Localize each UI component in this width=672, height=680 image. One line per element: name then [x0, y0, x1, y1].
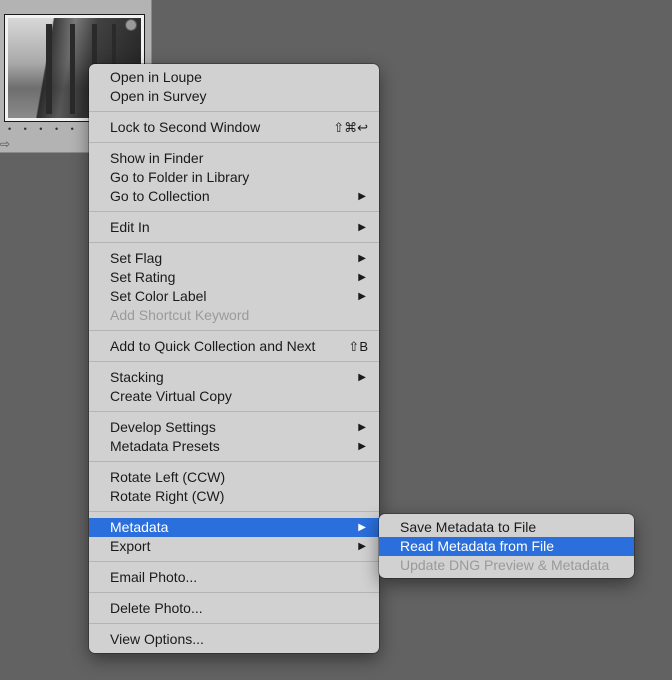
menu-separator	[89, 587, 379, 599]
menu-separator	[89, 556, 379, 568]
menu-item-label: Metadata	[110, 519, 169, 535]
menu-separator	[89, 106, 379, 118]
submenu-arrow-icon: ▶	[358, 522, 366, 533]
menu-item-label: Read Metadata from File	[400, 538, 555, 554]
menu-item-go-to-folder-in-library[interactable]: Go to Folder in Library	[89, 168, 379, 187]
submenu-item-save-metadata-to-file[interactable]: Save Metadata to File	[379, 518, 634, 537]
submenu-arrow-icon: ▶	[358, 191, 366, 202]
menu-item-add-to-quick-collection-and-next[interactable]: Add to Quick Collection and Next ⇧B	[89, 337, 379, 356]
menu-item-label: Go to Folder in Library	[110, 169, 250, 185]
menu-item-view-options[interactable]: View Options...	[89, 630, 379, 649]
menu-separator	[89, 237, 379, 249]
submenu-arrow-icon: ▶	[358, 222, 366, 233]
menu-separator	[89, 406, 379, 418]
menu-item-label: Add Shortcut Keyword	[110, 307, 250, 323]
menu-item-go-to-collection[interactable]: Go to Collection ▶	[89, 187, 379, 206]
menu-item-label: Metadata Presets	[110, 438, 220, 454]
menu-item-label: Edit In	[110, 219, 150, 235]
menu-separator	[89, 356, 379, 368]
thumbnail-detail	[46, 24, 52, 114]
thumbnail-detail	[70, 24, 75, 114]
submenu-arrow-icon: ▶	[358, 272, 366, 283]
menu-item-label: Add to Quick Collection and Next	[110, 338, 316, 354]
menu-separator	[89, 506, 379, 518]
menu-item-set-flag[interactable]: Set Flag ▶	[89, 249, 379, 268]
menu-item-rotate-left-ccw[interactable]: Rotate Left (CCW)	[89, 468, 379, 487]
menu-item-delete-photo[interactable]: Delete Photo...	[89, 599, 379, 618]
menu-item-metadata[interactable]: Metadata ▶	[89, 518, 379, 537]
menu-separator	[89, 456, 379, 468]
menu-item-set-rating[interactable]: Set Rating ▶	[89, 268, 379, 287]
menu-item-label: Stacking	[110, 369, 164, 385]
menu-item-export[interactable]: Export ▶	[89, 537, 379, 556]
shortcut-label: ⇧⌘↩	[333, 120, 368, 135]
menu-item-label: Open in Survey	[110, 88, 207, 104]
submenu-item-update-dng-preview-metadata: Update DNG Preview & Metadata	[379, 556, 634, 575]
menu-item-open-in-loupe[interactable]: Open in Loupe	[89, 68, 379, 87]
shortcut-label: ⇧B	[348, 339, 368, 354]
menu-item-lock-to-second-window[interactable]: Lock to Second Window ⇧⌘↩	[89, 118, 379, 137]
menu-item-develop-settings[interactable]: Develop Settings ▶	[89, 418, 379, 437]
menu-item-label: Rotate Right (CW)	[110, 488, 225, 504]
menu-item-show-in-finder[interactable]: Show in Finder	[89, 149, 379, 168]
menu-item-label: Set Color Label	[110, 288, 207, 304]
menu-item-label: Export	[110, 538, 151, 554]
badge-icon[interactable]	[125, 19, 137, 31]
submenu-arrow-icon: ▶	[358, 441, 366, 452]
metadata-submenu: Save Metadata to File Read Metadata from …	[379, 514, 634, 578]
menu-separator	[89, 137, 379, 149]
menu-item-label: Create Virtual Copy	[110, 388, 232, 404]
menu-item-label: Develop Settings	[110, 419, 216, 435]
submenu-arrow-icon: ▶	[358, 541, 366, 552]
menu-item-metadata-presets[interactable]: Metadata Presets ▶	[89, 437, 379, 456]
menu-item-label: Email Photo...	[110, 569, 198, 585]
menu-item-label: Show in Finder	[110, 150, 204, 166]
menu-separator	[89, 206, 379, 218]
menu-item-label: Open in Loupe	[110, 69, 202, 85]
context-menu: Open in Loupe Open in Survey Lock to Secon…	[89, 64, 379, 653]
menu-item-add-shortcut-keyword: Add Shortcut Keyword	[89, 306, 379, 325]
menu-separator	[89, 325, 379, 337]
rating-dots[interactable]: • • • • •	[8, 124, 79, 134]
menu-item-edit-in[interactable]: Edit In ▶	[89, 218, 379, 237]
menu-item-create-virtual-copy[interactable]: Create Virtual Copy	[89, 387, 379, 406]
menu-item-label: Set Rating	[110, 269, 176, 285]
menu-item-label: Save Metadata to File	[400, 519, 537, 535]
submenu-arrow-icon: ▶	[358, 372, 366, 383]
menu-item-stacking[interactable]: Stacking ▶	[89, 368, 379, 387]
menu-item-label: Go to Collection	[110, 188, 210, 204]
menu-item-label: Update DNG Preview & Metadata	[400, 557, 610, 573]
submenu-arrow-icon: ▶	[358, 291, 366, 302]
menu-item-label: Lock to Second Window	[110, 119, 261, 135]
menu-item-label: View Options...	[110, 631, 204, 647]
menu-item-label: Set Flag	[110, 250, 163, 266]
menu-item-email-photo[interactable]: Email Photo...	[89, 568, 379, 587]
menu-item-label: Delete Photo...	[110, 600, 203, 616]
menu-item-label: Rotate Left (CCW)	[110, 469, 226, 485]
submenu-item-read-metadata-from-file[interactable]: Read Metadata from File	[379, 537, 634, 556]
submenu-arrow-icon: ▶	[358, 253, 366, 264]
menu-item-set-color-label[interactable]: Set Color Label ▶	[89, 287, 379, 306]
submenu-arrow-icon: ▶	[358, 422, 366, 433]
menu-separator	[89, 618, 379, 630]
rotate-icon[interactable]: ⇨	[0, 137, 10, 151]
menu-item-open-in-survey[interactable]: Open in Survey	[89, 87, 379, 106]
menu-item-rotate-right-cw[interactable]: Rotate Right (CW)	[89, 487, 379, 506]
